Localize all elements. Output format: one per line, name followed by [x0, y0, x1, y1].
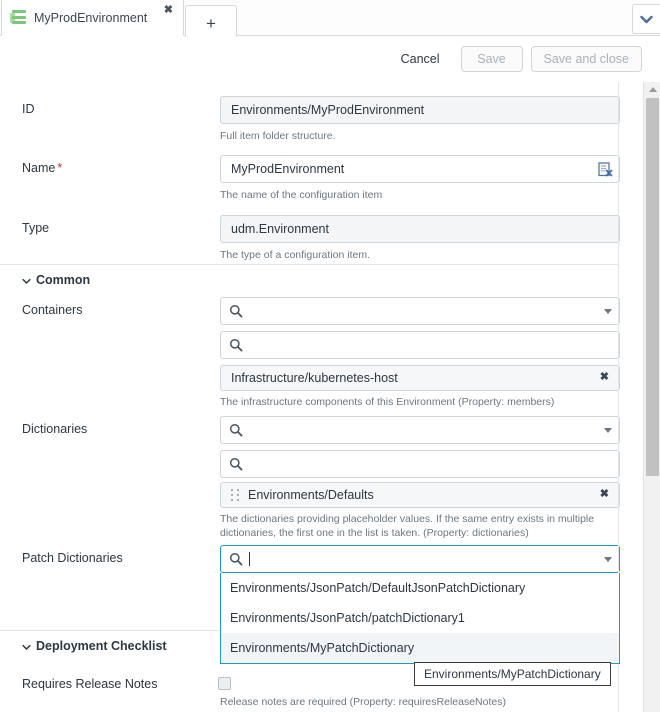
dictionaries-item-0-label: Environments/Defaults: [248, 488, 374, 502]
tab-bar: MyProdEnvironment ✖ +: [0, 0, 660, 42]
required-marker: *: [57, 161, 63, 175]
dropdown-option-0[interactable]: Environments/JsonPatch/DefaultJsonPatchD…: [221, 573, 619, 603]
name-field[interactable]: MyProdEnvironment: [220, 155, 620, 183]
search-icon: [229, 304, 243, 318]
scroll-up-button[interactable]: [644, 82, 660, 97]
chevron-down-icon: [22, 644, 31, 650]
close-icon[interactable]: ✖: [164, 5, 173, 16]
field-label-name: Name *: [22, 161, 62, 175]
tab-myprodenvironment[interactable]: MyProdEnvironment ✖: [1, 0, 184, 36]
text-cursor: [249, 552, 250, 566]
save-button[interactable]: Save: [460, 46, 523, 72]
containers-filter-input[interactable]: [220, 331, 620, 359]
requires-release-notes-checkbox[interactable]: [218, 677, 231, 690]
name-help-text: The name of the configuration item: [220, 189, 383, 201]
search-icon: [229, 338, 243, 352]
tab-overflow-button[interactable]: [632, 4, 660, 34]
field-label-containers: Containers: [22, 303, 83, 317]
remove-icon[interactable]: ✖: [600, 487, 609, 500]
dictionaries-help-text: The dictionaries providing placeholder v…: [220, 513, 595, 539]
field-label-id: ID: [22, 102, 35, 116]
form-pane: ID Environments/MyProdEnvironment Full i…: [0, 82, 660, 712]
scrollbar-thumb[interactable]: [646, 98, 659, 476]
section-common[interactable]: Common: [0, 264, 618, 292]
caret-down-icon: [604, 428, 612, 433]
containers-item-0-label: Infrastructure/kubernetes-host: [231, 371, 398, 385]
dropdown-option-1[interactable]: Environments/JsonPatch/patchDictionary1: [221, 603, 619, 633]
caret-down-icon: [604, 309, 612, 314]
tab-label: MyProdEnvironment: [34, 10, 148, 25]
search-icon: [229, 457, 243, 471]
cancel-button[interactable]: Cancel: [401, 52, 440, 66]
field-label-patch-dictionaries: Patch Dictionaries: [22, 551, 123, 565]
save-and-close-button[interactable]: Save and close: [530, 46, 642, 72]
containers-item-0[interactable]: Infrastructure/kubernetes-host ✖: [220, 365, 620, 391]
chevron-down-icon: [22, 278, 31, 284]
patch-dictionaries-dropdown: Environments/JsonPatch/DefaultJsonPatchD…: [220, 573, 620, 664]
containers-help-text: The infrastructure components of this En…: [220, 396, 555, 408]
environment-editor-window: MyProdEnvironment ✖ + Cancel Save Save a…: [0, 0, 660, 712]
patch-dictionaries-search-select[interactable]: [220, 545, 620, 573]
search-icon: [229, 552, 243, 566]
field-label-requires-release-notes: Requires Release Notes: [22, 677, 158, 691]
section-common-title: Common: [36, 273, 91, 287]
field-label-type: Type: [22, 221, 50, 235]
chevron-down-icon: [640, 15, 653, 23]
remove-icon[interactable]: ✖: [600, 370, 609, 383]
clear-field-icon[interactable]: [596, 160, 615, 179]
drag-handle-icon[interactable]: [231, 488, 240, 502]
dictionaries-item-0[interactable]: Environments/Defaults ✖: [220, 482, 620, 508]
search-icon: [229, 423, 243, 437]
vertical-scrollbar[interactable]: [643, 82, 660, 712]
stack-icon: [10, 9, 28, 26]
type-field: udm.Environment: [220, 215, 620, 243]
dropdown-option-2[interactable]: Environments/MyPatchDictionary: [221, 633, 619, 663]
caret-down-icon: [604, 557, 612, 562]
clear-field-glyph: [598, 162, 613, 177]
name-label-text: Name: [22, 161, 56, 175]
requires-release-notes-help-text: Release notes are required (Property: re…: [220, 696, 506, 708]
id-help-text: Full item folder structure.: [220, 130, 336, 142]
id-field: Environments/MyProdEnvironment: [220, 96, 620, 124]
section-deployment-checklist-title: Deployment Checklist: [36, 639, 167, 653]
tooltip: Environments/MyPatchDictionary: [414, 662, 611, 686]
dictionaries-search-select[interactable]: [220, 416, 620, 444]
containers-search-select[interactable]: [220, 297, 620, 325]
dictionaries-filter-input[interactable]: [220, 450, 620, 478]
action-bar: Cancel Save Save and close: [0, 37, 660, 81]
field-label-dictionaries: Dictionaries: [22, 422, 88, 436]
type-help-text: The type of a configuration item.: [220, 249, 370, 261]
